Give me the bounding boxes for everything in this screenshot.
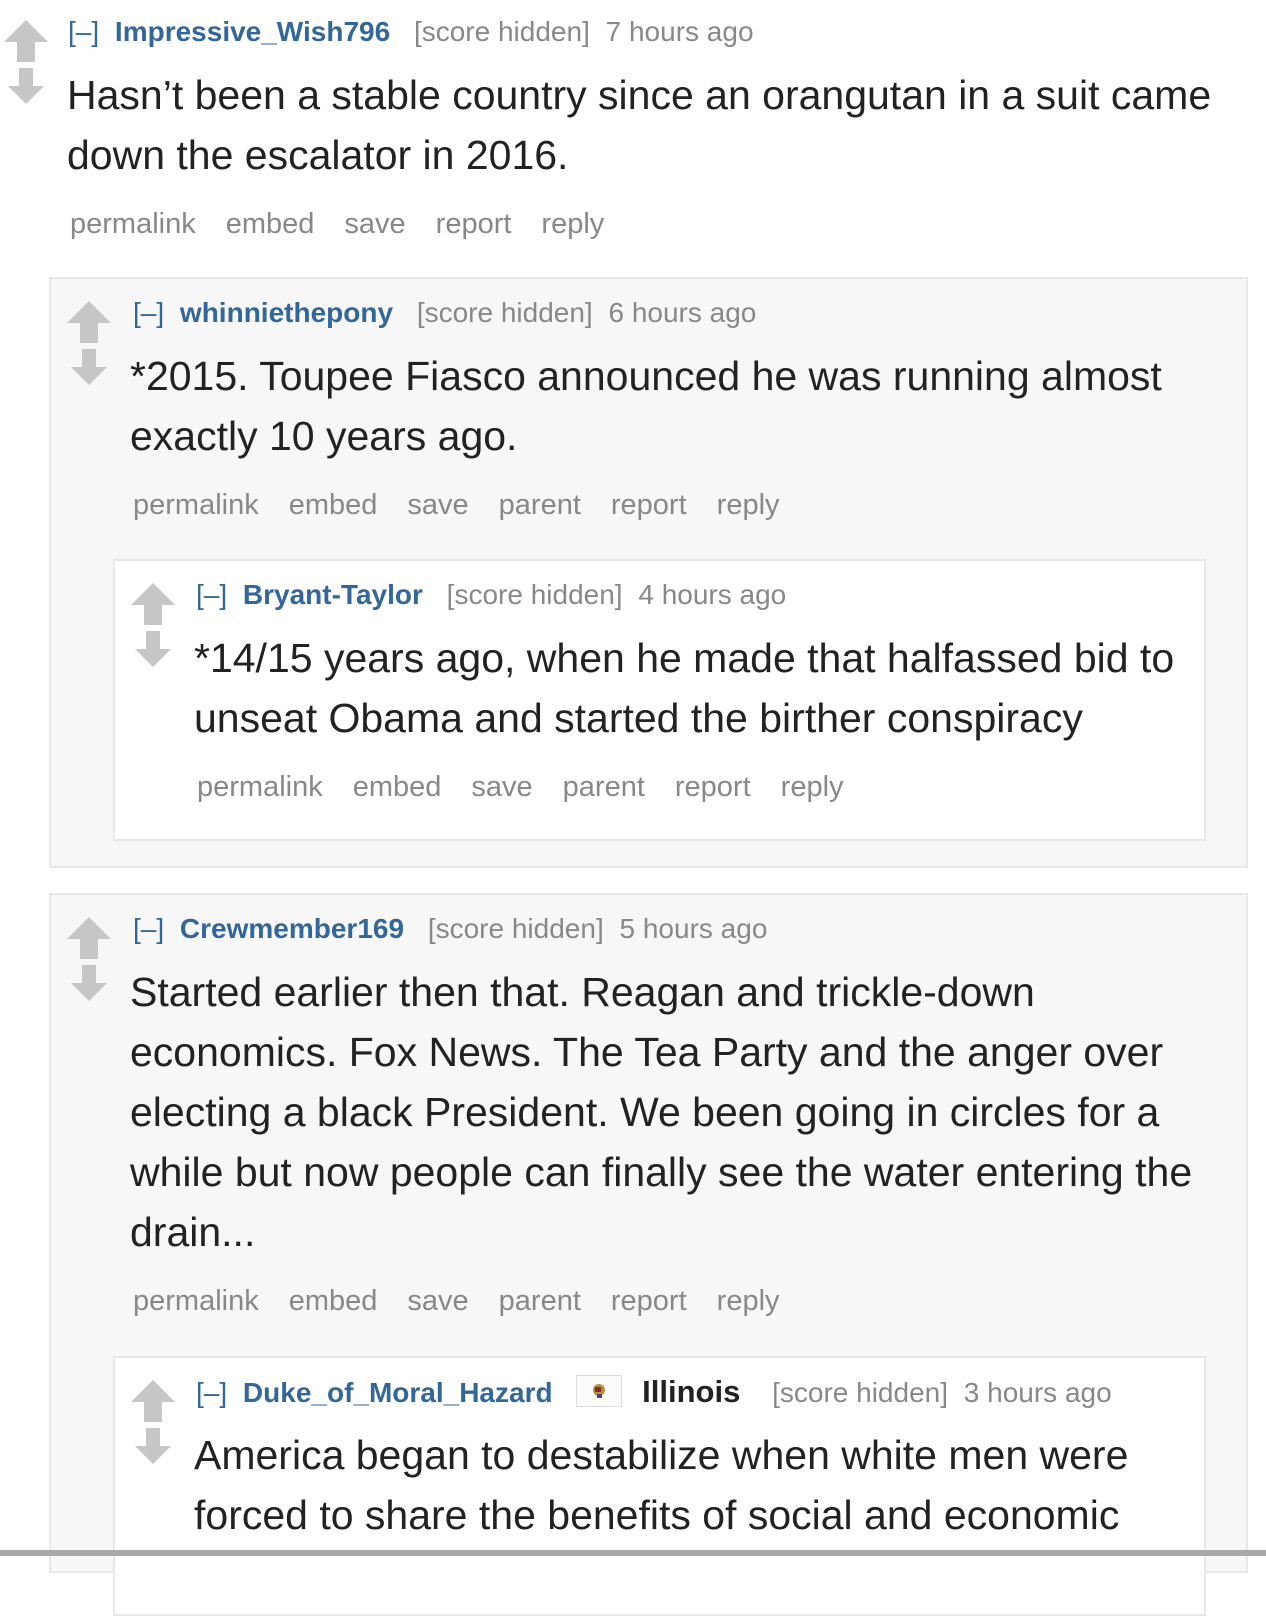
comment-tagline: [–] Duke_of_Moral_Hazard Illinois [score… bbox=[196, 1374, 1112, 1411]
permalink-button[interactable]: permalink bbox=[133, 489, 259, 521]
comment-duke-of-moral-hazard: [–] Duke_of_Moral_Hazard Illinois [score… bbox=[113, 1356, 1206, 1616]
permalink-button[interactable]: permalink bbox=[133, 1285, 259, 1317]
author-link[interactable]: Bryant-Taylor bbox=[243, 579, 423, 610]
comment-tagline: [–] Bryant-Taylor [score hidden] 4 hours… bbox=[196, 577, 786, 613]
score-hidden: [score hidden] bbox=[413, 16, 590, 47]
parent-button[interactable]: parent bbox=[499, 1285, 581, 1317]
comment-bryant-taylor: [–] Bryant-Taylor [score hidden] 4 hours… bbox=[113, 559, 1206, 841]
timestamp: 7 hours ago bbox=[605, 16, 754, 47]
comment-buttons: permalink embed save parent report reply bbox=[133, 1283, 810, 1319]
save-button[interactable]: save bbox=[344, 208, 405, 240]
report-button[interactable]: report bbox=[436, 208, 512, 240]
reply-button[interactable]: reply bbox=[717, 489, 780, 521]
timestamp: 3 hours ago bbox=[963, 1377, 1112, 1408]
comment-buttons: permalink embed save report reply bbox=[70, 206, 634, 242]
embed-button[interactable]: embed bbox=[289, 489, 378, 521]
embed-button[interactable]: embed bbox=[353, 771, 442, 803]
upvote-arrow-icon[interactable] bbox=[131, 1380, 175, 1422]
parent-button[interactable]: parent bbox=[499, 489, 581, 521]
timestamp: 5 hours ago bbox=[619, 913, 768, 944]
vote-controls bbox=[131, 583, 179, 667]
report-button[interactable]: report bbox=[675, 771, 751, 803]
comment-body: Started earlier then that. Reagan and tr… bbox=[130, 969, 1193, 1255]
timestamp: 4 hours ago bbox=[638, 579, 787, 610]
permalink-button[interactable]: permalink bbox=[197, 771, 323, 803]
reply-button[interactable]: reply bbox=[541, 208, 604, 240]
downvote-arrow-icon[interactable] bbox=[8, 68, 44, 104]
comment-tagline: [–] whinniethepony [score hidden] 6 hour… bbox=[133, 295, 756, 331]
permalink-button[interactable]: permalink bbox=[70, 208, 196, 240]
comment-body: *2015. Toupee Fiasco announced he was ru… bbox=[130, 353, 1162, 459]
comment-body: America began to destabilize when white … bbox=[194, 1432, 1129, 1538]
timestamp: 6 hours ago bbox=[608, 297, 757, 328]
comment-body: Hasn’t been a stable country since an or… bbox=[67, 72, 1212, 178]
score-hidden: [score hidden] bbox=[416, 297, 593, 328]
collapse-toggle[interactable]: [–] bbox=[196, 1377, 227, 1408]
upvote-arrow-icon[interactable] bbox=[67, 917, 111, 959]
author-link[interactable]: Impressive_Wish796 bbox=[115, 16, 390, 47]
window-bottom-edge bbox=[0, 1550, 1266, 1556]
downvote-arrow-icon[interactable] bbox=[135, 1428, 171, 1464]
vote-controls bbox=[131, 1380, 179, 1464]
user-flair: Illinois bbox=[642, 1374, 741, 1409]
vote-controls bbox=[67, 917, 115, 1001]
comment-body: *14/15 years ago, when he made that half… bbox=[194, 635, 1175, 741]
comment-whinniethepony: [–] whinniethepony [score hidden] 6 hour… bbox=[49, 277, 1248, 868]
downvote-arrow-icon[interactable] bbox=[71, 965, 107, 1001]
downvote-arrow-icon[interactable] bbox=[71, 349, 107, 385]
score-hidden: [score hidden] bbox=[772, 1377, 948, 1408]
save-button[interactable]: save bbox=[407, 489, 468, 521]
reply-button[interactable]: reply bbox=[717, 1285, 780, 1317]
comment-tagline: [–] Impressive_Wish796 [score hidden] 7 … bbox=[68, 14, 754, 50]
vote-controls bbox=[4, 20, 52, 104]
report-button[interactable]: report bbox=[611, 1285, 687, 1317]
author-link[interactable]: Crewmember169 bbox=[180, 913, 404, 944]
comment-buttons: permalink embed save parent report reply bbox=[197, 769, 874, 805]
embed-button[interactable]: embed bbox=[226, 208, 315, 240]
collapse-toggle[interactable]: [–] bbox=[68, 16, 99, 47]
author-link[interactable]: Duke_of_Moral_Hazard bbox=[243, 1377, 553, 1408]
illinois-flag-icon bbox=[576, 1375, 623, 1407]
upvote-arrow-icon[interactable] bbox=[67, 301, 111, 343]
author-link[interactable]: whinniethepony bbox=[180, 297, 393, 328]
downvote-arrow-icon[interactable] bbox=[135, 631, 171, 667]
save-button[interactable]: save bbox=[471, 771, 532, 803]
comment-buttons: permalink embed save parent report reply bbox=[133, 487, 810, 523]
vote-controls bbox=[67, 301, 115, 385]
embed-button[interactable]: embed bbox=[289, 1285, 378, 1317]
reply-button[interactable]: reply bbox=[781, 771, 844, 803]
collapse-toggle[interactable]: [–] bbox=[133, 297, 164, 328]
score-hidden: [score hidden] bbox=[427, 913, 604, 944]
comment-tagline: [–] Crewmember169 [score hidden] 5 hours… bbox=[133, 911, 767, 947]
upvote-arrow-icon[interactable] bbox=[131, 583, 175, 625]
collapse-toggle[interactable]: [–] bbox=[196, 579, 227, 610]
collapse-toggle[interactable]: [–] bbox=[133, 913, 164, 944]
report-button[interactable]: report bbox=[611, 489, 687, 521]
comment-crewmember169: [–] Crewmember169 [score hidden] 5 hours… bbox=[49, 893, 1248, 1616]
parent-button[interactable]: parent bbox=[563, 771, 645, 803]
save-button[interactable]: save bbox=[407, 1285, 468, 1317]
score-hidden: [score hidden] bbox=[446, 579, 623, 610]
upvote-arrow-icon[interactable] bbox=[4, 20, 48, 62]
